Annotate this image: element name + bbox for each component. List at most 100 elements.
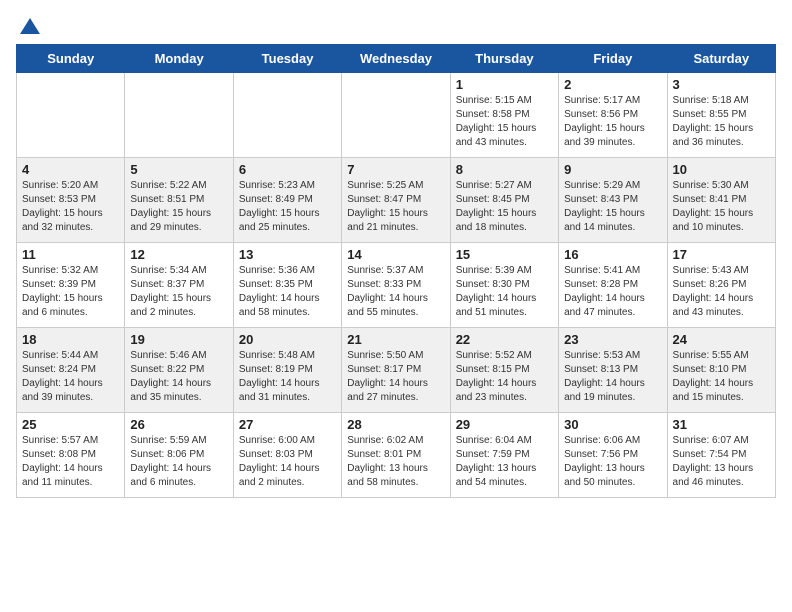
day-number: 28 bbox=[347, 417, 444, 432]
calendar-header-row: SundayMondayTuesdayWednesdayThursdayFrid… bbox=[17, 45, 776, 73]
day-info: Sunrise: 5:48 AM Sunset: 8:19 PM Dayligh… bbox=[239, 349, 336, 405]
day-number: 25 bbox=[22, 417, 119, 432]
calendar-cell: 27 Sunrise: 6:00 AM Sunset: 8:03 PM Dayli… bbox=[233, 413, 341, 498]
day-info: Sunrise: 5:57 AM Sunset: 8:08 PM Dayligh… bbox=[22, 434, 119, 490]
day-number: 7 bbox=[347, 162, 444, 177]
day-number: 6 bbox=[239, 162, 336, 177]
day-number: 12 bbox=[130, 247, 227, 262]
day-info: Sunrise: 5:55 AM Sunset: 8:10 PM Dayligh… bbox=[673, 349, 770, 405]
day-info: Sunrise: 5:27 AM Sunset: 8:45 PM Dayligh… bbox=[456, 179, 553, 235]
calendar-cell: 26Sunrise: 5:59 AM Sunset: 8:06 PM Dayli… bbox=[125, 413, 233, 498]
day-number: 15 bbox=[456, 247, 553, 262]
page-header bbox=[16, 16, 776, 36]
day-info: Sunrise: 5:20 AM Sunset: 8:53 PM Dayligh… bbox=[22, 179, 119, 235]
calendar-cell: 16 Sunrise: 5:41 AM Sunset: 8:28 PM Dayli… bbox=[559, 243, 667, 328]
day-number: 13 bbox=[239, 247, 336, 262]
day-info: Sunrise: 5:17 AM Sunset: 8:56 PM Dayligh… bbox=[564, 94, 661, 150]
calendar-header-friday: Friday bbox=[559, 45, 667, 73]
calendar-header-wednesday: Wednesday bbox=[342, 45, 450, 73]
calendar-cell bbox=[17, 73, 125, 158]
calendar-cell: 13Sunrise: 5:36 AM Sunset: 8:35 PM Dayli… bbox=[233, 243, 341, 328]
day-info: Sunrise: 5:15 AM Sunset: 8:58 PM Dayligh… bbox=[456, 94, 553, 150]
calendar-header-saturday: Saturday bbox=[667, 45, 775, 73]
calendar-cell: 5 Sunrise: 5:22 AM Sunset: 8:51 PM Daylig… bbox=[125, 158, 233, 243]
day-number: 9 bbox=[564, 162, 661, 177]
day-number: 8 bbox=[456, 162, 553, 177]
day-info: Sunrise: 5:22 AM Sunset: 8:51 PM Dayligh… bbox=[130, 179, 227, 235]
calendar-cell: 25 Sunrise: 5:57 AM Sunset: 8:08 PM Dayli… bbox=[17, 413, 125, 498]
calendar-cell: 18 Sunrise: 5:44 AM Sunset: 8:24 PM Dayli… bbox=[17, 328, 125, 413]
day-number: 24 bbox=[673, 332, 770, 347]
day-info: Sunrise: 5:23 AM Sunset: 8:49 PM Dayligh… bbox=[239, 179, 336, 235]
day-info: Sunrise: 5:46 AM Sunset: 8:22 PM Dayligh… bbox=[130, 349, 227, 405]
calendar-cell: 30 Sunrise: 6:06 AM Sunset: 7:56 PM Dayli… bbox=[559, 413, 667, 498]
day-info: Sunrise: 5:52 AM Sunset: 8:15 PM Dayligh… bbox=[456, 349, 553, 405]
day-info: Sunrise: 6:04 AM Sunset: 7:59 PM Dayligh… bbox=[456, 434, 553, 490]
day-info: Sunrise: 5:44 AM Sunset: 8:24 PM Dayligh… bbox=[22, 349, 119, 405]
day-number: 30 bbox=[564, 417, 661, 432]
calendar-week-row: 18 Sunrise: 5:44 AM Sunset: 8:24 PM Dayli… bbox=[17, 328, 776, 413]
day-number: 10 bbox=[673, 162, 770, 177]
day-number: 5 bbox=[130, 162, 227, 177]
day-number: 23 bbox=[564, 332, 661, 347]
calendar-cell: 2Sunrise: 5:17 AM Sunset: 8:56 PM Daylig… bbox=[559, 73, 667, 158]
calendar-cell: 29Sunrise: 6:04 AM Sunset: 7:59 PM Dayli… bbox=[450, 413, 558, 498]
day-info: Sunrise: 5:53 AM Sunset: 8:13 PM Dayligh… bbox=[564, 349, 661, 405]
day-number: 1 bbox=[456, 77, 553, 92]
calendar-cell: 19 Sunrise: 5:46 AM Sunset: 8:22 PM Dayli… bbox=[125, 328, 233, 413]
calendar-week-row: 25 Sunrise: 5:57 AM Sunset: 8:08 PM Dayli… bbox=[17, 413, 776, 498]
calendar-cell: 8 Sunrise: 5:27 AM Sunset: 8:45 PM Daylig… bbox=[450, 158, 558, 243]
calendar-cell bbox=[342, 73, 450, 158]
calendar-cell bbox=[125, 73, 233, 158]
calendar-cell: 22 Sunrise: 5:52 AM Sunset: 8:15 PM Dayli… bbox=[450, 328, 558, 413]
calendar-header-monday: Monday bbox=[125, 45, 233, 73]
calendar-week-row: 11Sunrise: 5:32 AM Sunset: 8:39 PM Dayli… bbox=[17, 243, 776, 328]
calendar-cell: 23 Sunrise: 5:53 AM Sunset: 8:13 PM Dayli… bbox=[559, 328, 667, 413]
day-number: 22 bbox=[456, 332, 553, 347]
day-number: 19 bbox=[130, 332, 227, 347]
calendar-cell: 11Sunrise: 5:32 AM Sunset: 8:39 PM Dayli… bbox=[17, 243, 125, 328]
logo bbox=[16, 16, 42, 36]
day-number: 16 bbox=[564, 247, 661, 262]
calendar-cell: 31Sunrise: 6:07 AM Sunset: 7:54 PM Dayli… bbox=[667, 413, 775, 498]
calendar-cell: 24 Sunrise: 5:55 AM Sunset: 8:10 PM Dayli… bbox=[667, 328, 775, 413]
day-info: Sunrise: 6:02 AM Sunset: 8:01 PM Dayligh… bbox=[347, 434, 444, 490]
day-info: Sunrise: 6:06 AM Sunset: 7:56 PM Dayligh… bbox=[564, 434, 661, 490]
calendar-week-row: 1 Sunrise: 5:15 AM Sunset: 8:58 PM Daylig… bbox=[17, 73, 776, 158]
day-info: Sunrise: 5:59 AM Sunset: 8:06 PM Dayligh… bbox=[130, 434, 227, 490]
day-info: Sunrise: 5:39 AM Sunset: 8:30 PM Dayligh… bbox=[456, 264, 553, 320]
day-info: Sunrise: 5:25 AM Sunset: 8:47 PM Dayligh… bbox=[347, 179, 444, 235]
day-number: 31 bbox=[673, 417, 770, 432]
calendar-cell: 1 Sunrise: 5:15 AM Sunset: 8:58 PM Daylig… bbox=[450, 73, 558, 158]
day-info: Sunrise: 5:30 AM Sunset: 8:41 PM Dayligh… bbox=[673, 179, 770, 235]
day-info: Sunrise: 5:43 AM Sunset: 8:26 PM Dayligh… bbox=[673, 264, 770, 320]
day-info: Sunrise: 5:41 AM Sunset: 8:28 PM Dayligh… bbox=[564, 264, 661, 320]
calendar-table: SundayMondayTuesdayWednesdayThursdayFrid… bbox=[16, 44, 776, 498]
day-number: 4 bbox=[22, 162, 119, 177]
day-number: 11 bbox=[22, 247, 119, 262]
calendar-header-thursday: Thursday bbox=[450, 45, 558, 73]
calendar-cell: 14 Sunrise: 5:37 AM Sunset: 8:33 PM Dayli… bbox=[342, 243, 450, 328]
day-number: 3 bbox=[673, 77, 770, 92]
day-number: 18 bbox=[22, 332, 119, 347]
day-number: 20 bbox=[239, 332, 336, 347]
day-info: Sunrise: 5:50 AM Sunset: 8:17 PM Dayligh… bbox=[347, 349, 444, 405]
day-info: Sunrise: 5:34 AM Sunset: 8:37 PM Dayligh… bbox=[130, 264, 227, 320]
calendar-cell: 9 Sunrise: 5:29 AM Sunset: 8:43 PM Daylig… bbox=[559, 158, 667, 243]
day-number: 14 bbox=[347, 247, 444, 262]
calendar-header-sunday: Sunday bbox=[17, 45, 125, 73]
day-number: 27 bbox=[239, 417, 336, 432]
calendar-cell: 17Sunrise: 5:43 AM Sunset: 8:26 PM Dayli… bbox=[667, 243, 775, 328]
calendar-header-tuesday: Tuesday bbox=[233, 45, 341, 73]
calendar-week-row: 4 Sunrise: 5:20 AM Sunset: 8:53 PM Daylig… bbox=[17, 158, 776, 243]
calendar-cell: 12 Sunrise: 5:34 AM Sunset: 8:37 PM Dayli… bbox=[125, 243, 233, 328]
day-info: Sunrise: 5:18 AM Sunset: 8:55 PM Dayligh… bbox=[673, 94, 770, 150]
day-info: Sunrise: 5:37 AM Sunset: 8:33 PM Dayligh… bbox=[347, 264, 444, 320]
day-info: Sunrise: 6:00 AM Sunset: 8:03 PM Dayligh… bbox=[239, 434, 336, 490]
calendar-cell: 4 Sunrise: 5:20 AM Sunset: 8:53 PM Daylig… bbox=[17, 158, 125, 243]
day-info: Sunrise: 5:29 AM Sunset: 8:43 PM Dayligh… bbox=[564, 179, 661, 235]
calendar-cell: 6 Sunrise: 5:23 AM Sunset: 8:49 PM Daylig… bbox=[233, 158, 341, 243]
calendar-cell: 7 Sunrise: 5:25 AM Sunset: 8:47 PM Daylig… bbox=[342, 158, 450, 243]
calendar-cell bbox=[233, 73, 341, 158]
day-number: 21 bbox=[347, 332, 444, 347]
